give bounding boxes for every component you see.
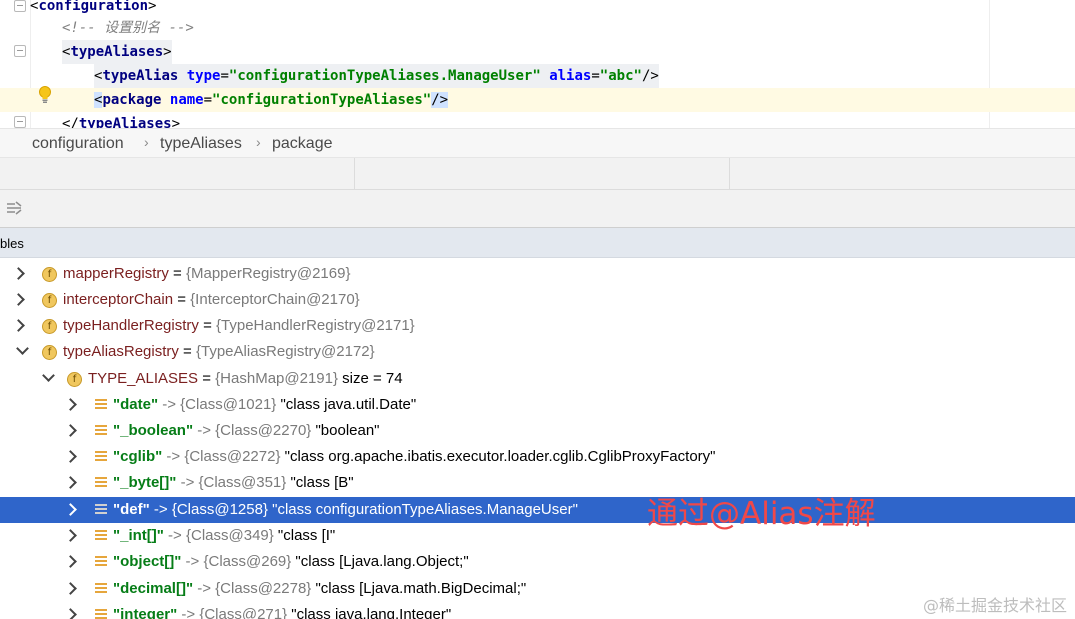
chevron-right-icon[interactable] xyxy=(64,450,77,463)
map-entry-icon xyxy=(95,583,107,595)
chevron-right-icon[interactable] xyxy=(64,476,77,489)
map-entry-row[interactable]: "integer" -> {Class@271} "class java.lan… xyxy=(0,602,1075,619)
map-entry-icon xyxy=(95,556,107,568)
lightbulb-icon[interactable] xyxy=(38,86,52,104)
map-entry-row[interactable]: "date" -> {Class@1021} "class java.util.… xyxy=(0,392,1075,418)
map-entry-icon xyxy=(95,504,107,516)
code-line-2: <!-- 设置别名 --> xyxy=(62,20,194,36)
watermark: @稀土掘金技术社区 xyxy=(922,596,1067,615)
code-line-6: </typeAliases> xyxy=(62,116,181,128)
tree-row-interceptorchain[interactable]: f interceptorChain = {InterceptorChain@2… xyxy=(0,287,1075,313)
debug-panel-split-header xyxy=(0,158,1075,190)
map-entry-row[interactable]: "_int[]" -> {Class@349} "class [I" xyxy=(0,523,1075,549)
chevron-right-icon[interactable] xyxy=(12,293,25,306)
red-annotation-text: 通过@Alias注解 xyxy=(647,496,876,532)
code-line-5-current: <package name="configurationTypeAliases"… xyxy=(0,88,1075,112)
tree-row-type-aliases[interactable]: f TYPE_ALIASES = {HashMap@2191} size = 7… xyxy=(0,366,1075,392)
breadcrumb: configuration › typeAliases › package xyxy=(0,128,1075,158)
map-entry-icon xyxy=(95,609,107,619)
map-entry-icon xyxy=(95,477,107,489)
map-entry-icon xyxy=(95,530,107,542)
map-entry-icon xyxy=(95,425,107,437)
breadcrumb-separator: › xyxy=(256,134,261,150)
tree-row-mapperregistry[interactable]: f mapperRegistry = {MapperRegistry@2169} xyxy=(0,261,1075,287)
breadcrumb-item-configuration[interactable]: configuration xyxy=(32,135,124,153)
code-line-4: <typeAlias type="configurationTypeAliase… xyxy=(0,64,1075,88)
chevron-right-icon[interactable] xyxy=(64,424,77,437)
variables-panel-header: bles xyxy=(0,228,1075,258)
map-entry-row[interactable]: "_byte[]" -> {Class@351} "class [B" xyxy=(0,470,1075,496)
breadcrumb-item-package[interactable]: package xyxy=(272,135,333,153)
map-entry-row-selected[interactable]: "def" -> {Class@1258} "class configurati… xyxy=(0,497,1075,523)
chevron-right-icon[interactable] xyxy=(64,529,77,542)
chevron-right-icon[interactable] xyxy=(64,582,77,595)
map-entry-icon xyxy=(95,451,107,463)
code-editor[interactable]: <configuration> <!-- 设置别名 --> <typeAlias… xyxy=(0,0,1075,128)
field-icon: f xyxy=(67,372,82,387)
debug-toolbar xyxy=(0,190,1075,228)
chevron-right-icon[interactable] xyxy=(64,398,77,411)
panel-divider[interactable] xyxy=(729,158,730,190)
evaluate-expression-icon[interactable] xyxy=(6,200,22,216)
field-icon: f xyxy=(42,345,57,360)
chevron-right-icon[interactable] xyxy=(12,267,25,280)
breadcrumb-item-typealiases[interactable]: typeAliases xyxy=(160,135,242,153)
chevron-right-icon[interactable] xyxy=(64,503,77,516)
field-icon: f xyxy=(42,267,57,282)
map-entry-icon xyxy=(95,399,107,411)
map-entry-row[interactable]: "decimal[]" -> {Class@2278} "class [Ljav… xyxy=(0,576,1075,602)
panel-divider[interactable] xyxy=(354,158,355,190)
code-line-3: <typeAliases> xyxy=(0,40,1075,64)
breadcrumb-separator: › xyxy=(144,134,149,150)
variables-title: bles xyxy=(0,236,24,251)
tree-row-typealiasregistry[interactable]: f typeAliasRegistry = {TypeAliasRegistry… xyxy=(0,339,1075,365)
chevron-down-icon[interactable] xyxy=(42,369,55,382)
chevron-right-icon[interactable] xyxy=(64,555,77,568)
tree-row-typehandlerregistry[interactable]: f typeHandlerRegistry = {TypeHandlerRegi… xyxy=(0,313,1075,339)
map-entry-row[interactable]: "cglib" -> {Class@2272} "class org.apach… xyxy=(0,444,1075,470)
chevron-right-icon[interactable] xyxy=(64,608,77,619)
map-entry-row[interactable]: "object[]" -> {Class@269} "class [Ljava.… xyxy=(0,549,1075,575)
variables-tree[interactable]: f mapperRegistry = {MapperRegistry@2169}… xyxy=(0,258,1075,619)
chevron-right-icon[interactable] xyxy=(12,319,25,332)
map-entry-row[interactable]: "_boolean" -> {Class@2270} "boolean" xyxy=(0,418,1075,444)
field-icon: f xyxy=(42,293,57,308)
chevron-down-icon[interactable] xyxy=(16,342,29,355)
field-icon: f xyxy=(42,319,57,334)
